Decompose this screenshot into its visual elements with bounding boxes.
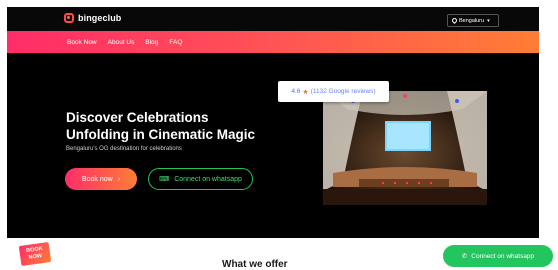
chevron-down-icon: ▾ — [487, 17, 490, 24]
google-rating-badge: 4.6 ★ (1132 Google reviews) — [278, 81, 389, 102]
star-icon: ★ — [302, 88, 309, 96]
badge-line-2: NOW — [28, 253, 43, 261]
brand-name: bingeclub — [78, 13, 122, 23]
book-now-button[interactable]: Book now › — [65, 168, 137, 190]
whatsapp-icon: ✆ — [461, 253, 468, 260]
hero-title-line-2: Unfolding in Cinematic Magic — [66, 127, 256, 142]
nav-about-us[interactable]: About Us — [108, 39, 135, 46]
book-now-badge[interactable]: BOOK NOW — [14, 241, 54, 268]
book-now-label: Book now — [81, 175, 113, 183]
location-pin-icon — [450, 16, 459, 25]
rating-reviews: (1132 Google reviews) — [310, 88, 376, 95]
floating-whatsapp-button[interactable]: ✆ Connect on whatsapp — [443, 245, 553, 267]
theater-image — [323, 91, 487, 205]
chevron-right-icon: › — [117, 175, 121, 183]
section-title: What we offer — [222, 259, 288, 270]
city-label: Bengaluru — [459, 17, 485, 24]
hero-title: Discover Celebrations Unfolding in Cinem… — [66, 109, 296, 143]
nav-blog[interactable]: Blog — [145, 39, 158, 46]
nav-book-now[interactable]: Book Now — [67, 39, 97, 46]
floating-whatsapp-label: Connect on whatsapp — [471, 252, 535, 260]
city-selector[interactable]: Bengaluru ▾ — [447, 14, 499, 27]
hero-subtitle: Bengaluru's OG destination for celebrati… — [66, 146, 182, 152]
rating-score: 4.6 — [291, 88, 301, 95]
hero-section: bingeclub Bengaluru ▾ Book Now About Us … — [7, 7, 539, 238]
nav-bar: Book Now About Us Blog FAQ — [7, 31, 539, 53]
brand-logo[interactable]: bingeclub — [64, 13, 121, 23]
connect-whatsapp-label: Connect on whatsapp — [174, 175, 242, 183]
theater-illustration — [323, 91, 487, 205]
whatsapp-icon: ⌨ — [159, 176, 170, 183]
logo-icon — [64, 13, 74, 23]
connect-whatsapp-button[interactable]: ⌨ Connect on whatsapp — [148, 168, 253, 190]
hero-title-line-1: Discover Celebrations — [66, 110, 209, 125]
nav-faq[interactable]: FAQ — [169, 39, 182, 46]
top-bar: bingeclub Bengaluru ▾ — [7, 7, 539, 31]
